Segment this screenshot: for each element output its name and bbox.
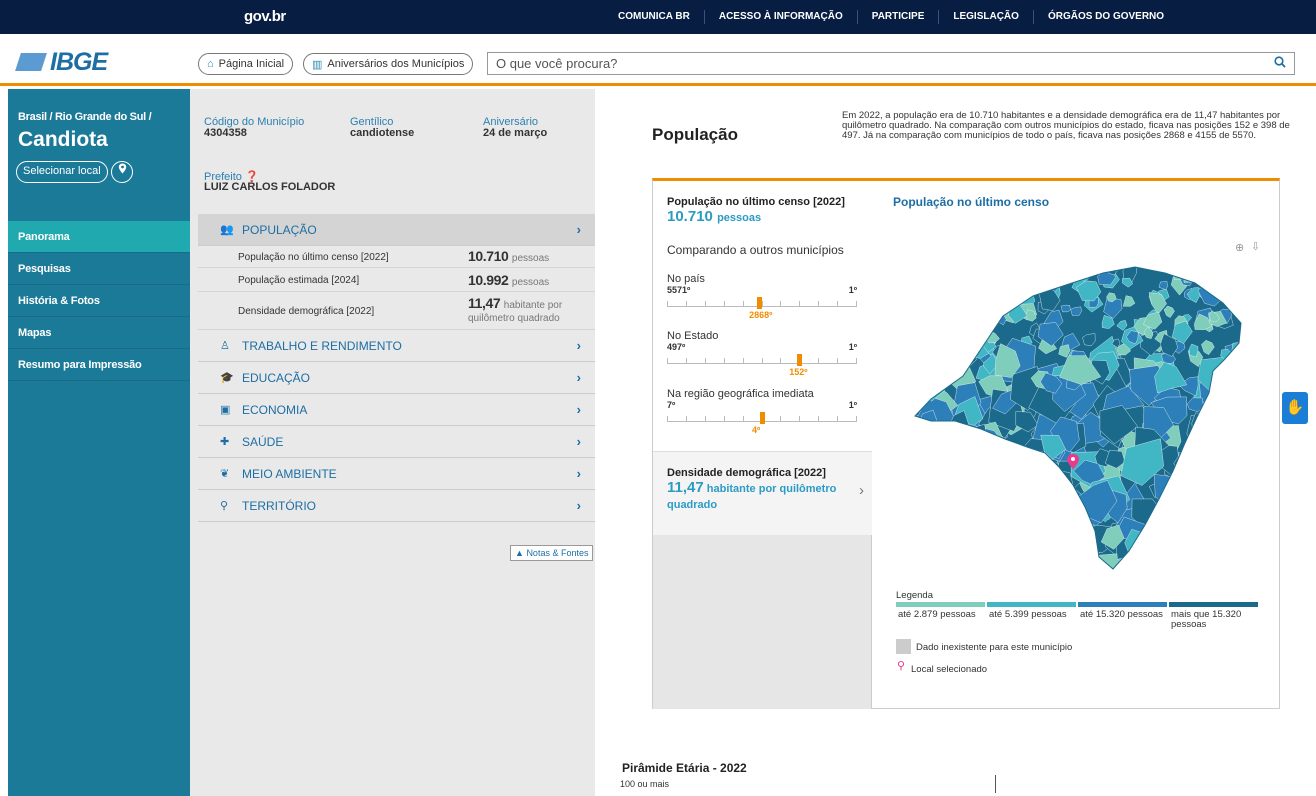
rank-marker: [760, 412, 765, 424]
section-meio-ambiente[interactable]: ❦ MEIO AMBIENTE ›: [198, 458, 595, 490]
population-summary[interactable]: População no último censo [2022] 10.710 …: [653, 181, 872, 451]
chevron-right-icon: ›: [859, 482, 864, 499]
cake-icon: ▥: [312, 58, 323, 71]
legend-label-2: até 5.399 pessoas: [989, 609, 1067, 620]
section-saude[interactable]: ✚ SAÚDE ›: [198, 426, 595, 458]
gov-link-comunica[interactable]: COMUNICA BR: [616, 10, 705, 24]
aniversario-value: 24 de março: [483, 127, 548, 139]
pop-row-estimada: População estimada [2024] 10.992 pessoas: [198, 268, 595, 292]
location-icon: [118, 163, 126, 174]
worker-icon: ♙: [220, 340, 230, 352]
legend-swatch-1: [896, 602, 985, 607]
density-summary[interactable]: Densidade demográfica [2022] 11,47 habit…: [653, 451, 872, 535]
sidebar-item-pesquisas[interactable]: Pesquisas: [8, 253, 190, 285]
legend-label-3: até 15.320 pessoas: [1080, 609, 1163, 620]
legend-selected-label: Local selecionado: [911, 664, 988, 675]
sidebar-item-mapas[interactable]: Mapas: [8, 317, 190, 349]
ibge-logo[interactable]: IBGE: [15, 48, 108, 77]
rank-position-label: 2868º: [749, 310, 773, 320]
anniversaries-button[interactable]: ▥ Aniversários dos Municípios: [303, 53, 474, 75]
legend-swatch-2: [987, 602, 1076, 607]
breadcrumb[interactable]: Brasil / Rio Grande do Sul /: [18, 111, 152, 123]
pyramid-band: [620, 775, 1292, 796]
gov-link-participe[interactable]: PARTICIPE: [858, 10, 940, 24]
sidebar-item-historia[interactable]: História & Fotos: [8, 285, 190, 317]
home-button[interactable]: ⌂ Página Inicial: [198, 53, 294, 75]
map-pin-icon: ⚲: [220, 500, 229, 512]
chevron-right-icon: ›: [576, 222, 581, 237]
medkit-icon: ✚: [220, 436, 230, 448]
gov-link-legislacao[interactable]: LEGISLAÇÃO: [939, 10, 1034, 24]
population-panel: População Em 2022, a população era de 10…: [595, 89, 1316, 796]
empty-area: [653, 535, 872, 709]
rank-country: No país 5571º 1º 2868º: [667, 273, 857, 320]
leaf-icon: ❦: [220, 468, 230, 480]
legend-label-1: até 2.879 pessoas: [898, 609, 976, 620]
section-territorio[interactable]: ⚲ TERRITÓRIO ›: [198, 490, 595, 522]
section-description: Em 2022, a população era de 10.710 habit…: [842, 110, 1290, 141]
prefeito-value: LUIZ CARLOS FOLADOR: [204, 181, 336, 193]
people-icon: 👥: [220, 224, 234, 236]
city-name: Candiota: [18, 128, 108, 151]
govbr-logo[interactable]: gov.br: [244, 8, 286, 25]
rank-marker: [757, 297, 763, 309]
population-card: População no último censo [2022] 10.710 …: [652, 178, 1280, 709]
rank-position-label: 4º: [752, 425, 761, 435]
section-title: População: [652, 125, 738, 144]
gentilico-value: candiotense: [350, 127, 415, 139]
rank-marker: [797, 354, 803, 366]
rank-region: Na região geográfica imediata 7º 1º 4º: [667, 388, 857, 435]
legend-na-swatch: [896, 639, 911, 654]
gov-link-acesso[interactable]: ACESSO À INFORMAÇÃO: [705, 10, 858, 24]
rank-state: No Estado 497º 1º 152º: [667, 330, 857, 377]
pyramid-title: Pirâmide Etária - 2022: [622, 761, 747, 775]
warning-icon: ▲: [515, 548, 524, 558]
chevron-right-icon: ›: [576, 370, 581, 385]
select-location-button[interactable]: Selecionar local: [16, 161, 108, 183]
compare-title: Comparando a outros municípios: [667, 243, 844, 257]
sidebar-item-panorama[interactable]: Panorama: [8, 221, 190, 253]
legend-na-label: Dado inexistente para este município: [916, 642, 1073, 653]
chevron-right-icon: ›: [576, 466, 581, 481]
ibge-header: IBGE ⌂ Página Inicial ▥ Aniversários dos…: [0, 34, 1316, 86]
legend-swatch-3: [1078, 602, 1167, 607]
search-icon[interactable]: [1274, 56, 1286, 71]
codigo-value: 4304358: [204, 127, 247, 139]
pyramid-axis: [995, 775, 996, 793]
section-trabalho[interactable]: ♙ TRABALHO E RENDIMENTO ›: [198, 330, 595, 362]
location-pin-button[interactable]: [111, 161, 133, 183]
gov-links: COMUNICA BR ACESSO À INFORMAÇÃO PARTICIP…: [616, 0, 1178, 34]
gov-link-orgaos[interactable]: ÓRGÃOS DO GOVERNO: [1034, 10, 1178, 24]
choropleth-map[interactable]: [873, 181, 1279, 581]
chevron-right-icon: ›: [576, 402, 581, 417]
section-populacao[interactable]: 👥 POPULAÇÃO ›: [198, 214, 595, 246]
sidebar-nav: Panorama Pesquisas História & Fotos Mapa…: [8, 221, 190, 381]
chevron-right-icon: ›: [576, 498, 581, 513]
pyramid-row-label: 100 ou mais: [620, 779, 670, 789]
municipality-panel: Código do Município 4304358 Gentílico ca…: [190, 89, 595, 796]
home-icon: ⌂: [207, 58, 214, 70]
graduation-cap-icon: 🎓: [220, 372, 234, 384]
legend-label-4: mais que 15.320 pessoas: [1171, 609, 1242, 630]
chevron-right-icon: ›: [576, 434, 581, 449]
legend-swatch-4: [1169, 602, 1258, 607]
section-educacao[interactable]: 🎓 EDUCAÇÃO ›: [198, 362, 595, 394]
sidebar-item-resumo[interactable]: Resumo para Impressão: [8, 349, 190, 381]
location-pin-icon: ⚲: [897, 660, 906, 672]
rank-position-label: 152º: [789, 367, 808, 377]
legend-title: Legenda: [896, 590, 933, 601]
map-panel: População no último censo ⊕ ⇩ Legenda at…: [873, 181, 1279, 709]
sidebar: Brasil / Rio Grande do Sul / Candiota Se…: [8, 89, 190, 796]
section-economia[interactable]: ▣ ECONOMIA ›: [198, 394, 595, 426]
gov-bar: gov.br COMUNICA BR ACESSO À INFORMAÇÃO P…: [0, 0, 1316, 34]
card-title: População no último censo [2022]: [667, 196, 845, 208]
pop-row-censo: População no último censo [2022] 10.710 …: [198, 246, 595, 268]
card-value: 10.710 pessoas: [667, 208, 762, 225]
pop-row-densidade: Densidade demográfica [2022] 11,47 habit…: [198, 292, 595, 330]
accessibility-vlibras-button[interactable]: ✋: [1282, 392, 1308, 424]
notas-fontes-button[interactable]: ▲ Notas & Fontes: [510, 545, 594, 561]
money-icon: ▣: [220, 404, 231, 416]
chevron-right-icon: ›: [576, 338, 581, 353]
search-input[interactable]: O que você procura?: [487, 52, 1295, 75]
